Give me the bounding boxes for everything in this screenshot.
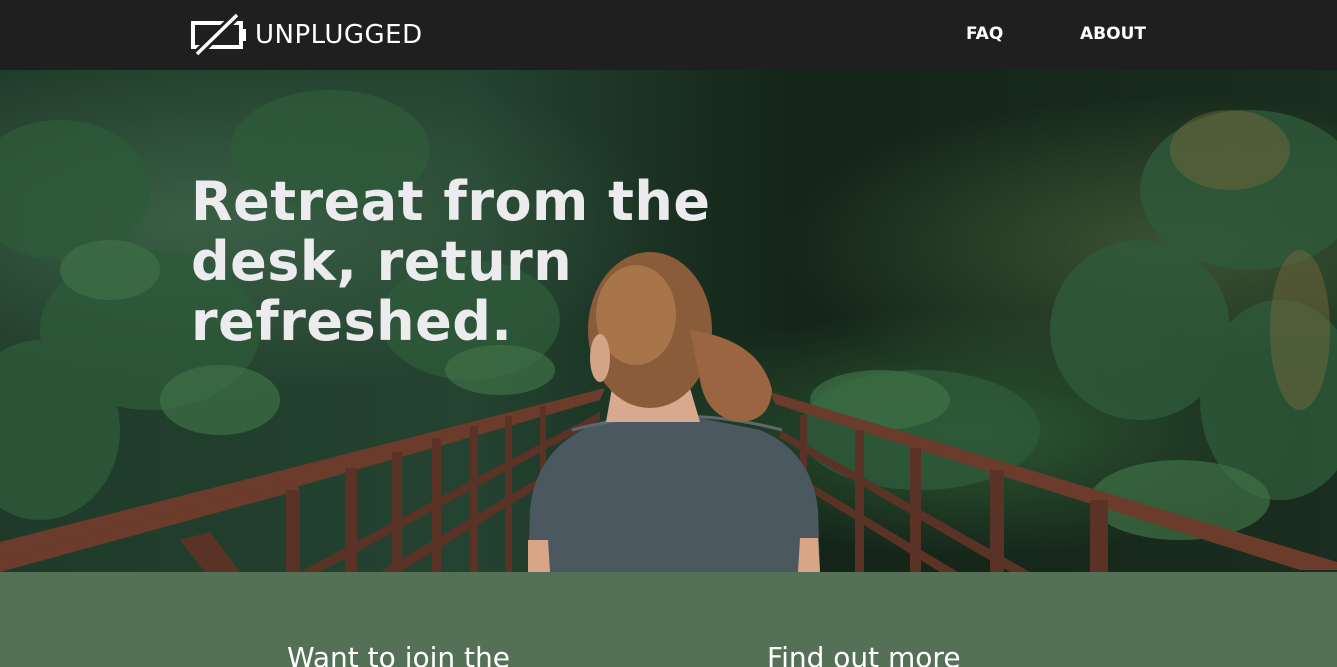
hero-heading: Retreat from the desk, return refreshed. <box>191 170 711 353</box>
join-heading: Want to join the <box>287 641 510 667</box>
hero-section: Retreat from the desk, return refreshed. <box>0 70 1337 572</box>
brand-logo-link[interactable]: UNPLUGGED <box>191 13 423 57</box>
call-to-action-section: Want to join the Find out more <box>0 572 1337 667</box>
nav-faq-link[interactable]: FAQ <box>966 22 1003 46</box>
brand-name: UNPLUGGED <box>255 20 423 50</box>
top-navigation-bar: UNPLUGGED FAQ ABOUT <box>0 0 1337 70</box>
battery-off-icon <box>191 13 246 57</box>
find-out-more-heading: Find out more <box>767 641 961 667</box>
nav-about-link[interactable]: ABOUT <box>1080 22 1146 46</box>
